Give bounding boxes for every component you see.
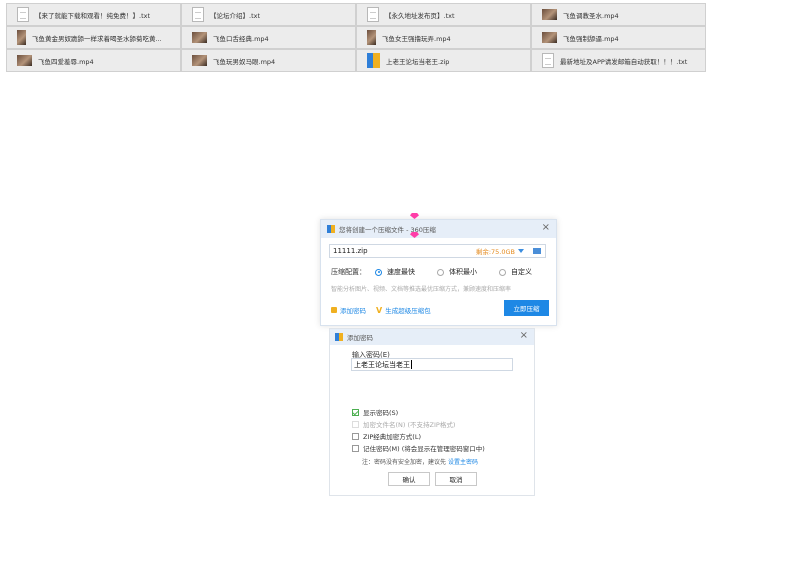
video-thumb-icon <box>542 9 557 20</box>
set-master-password-link[interactable]: 设置主密码 <box>448 459 478 466</box>
close-icon[interactable]: × <box>542 222 550 233</box>
zip-archive-icon <box>367 53 380 68</box>
checkbox-unchecked-icon <box>352 444 359 452</box>
txt-file-icon <box>367 7 379 22</box>
radio-unchecked-icon <box>499 268 506 276</box>
file-name: 【论坛介绍】.txt <box>210 11 261 20</box>
add-password-dialog: 添加密码 × 输入密码(E) 上老王论坛当老王 显示密码(S) 加密文件名(N)… <box>329 328 535 496</box>
compress-config-row: 压缩配置： 速度最快 体积最小 自定义 <box>331 266 546 278</box>
txt-file-icon <box>542 53 554 68</box>
compress-dialog-title: 您将创建一个压缩文件 - 360压缩 <box>339 226 436 234</box>
password-value: 上老王论坛当老王 <box>354 360 410 369</box>
radio-unchecked-icon <box>437 268 444 276</box>
file-name: 上老王论坛当老王.zip <box>386 57 450 66</box>
text-caret <box>411 360 412 369</box>
start-compress-button[interactable]: 立即压缩 <box>504 300 549 316</box>
diamond-icon <box>410 213 419 219</box>
file-item[interactable]: 飞鱼口舌经典.mp4 <box>181 26 356 49</box>
checkbox-label: 加密文件名(N) (不支持ZIP格式) <box>363 421 456 429</box>
file-item[interactable]: 飞鱼玩男奴马眼.mp4 <box>181 49 356 72</box>
note-text: 注：密码没有安全加密，建议先 <box>362 459 447 466</box>
video-thumb-icon <box>367 30 376 45</box>
file-item[interactable]: 飞鱼女王强撸玩弄.mp4 <box>356 26 531 49</box>
file-item[interactable]: 【永久地址发布页】.txt <box>356 3 531 26</box>
v-badge-icon: V <box>376 305 383 315</box>
radio-label: 速度最快 <box>387 268 415 276</box>
file-name: 【永久地址发布页】.txt <box>385 11 455 20</box>
option-links: 添加密码 V 生成超级压缩包 <box>331 305 441 315</box>
compress-dialog: 您将创建一个压缩文件 - 360压缩 × 11111.zip 剩余:75.0GB… <box>320 213 557 326</box>
checkbox-checked-icon <box>352 408 359 416</box>
app-logo-icon <box>335 333 343 341</box>
file-name: 飞鱼调教圣水.mp4 <box>563 11 619 20</box>
video-thumb-icon <box>17 30 26 45</box>
archive-filename: 11111.zip <box>333 247 368 255</box>
zip-classic-checkbox[interactable]: ZIP经典加密方式(L) <box>352 430 485 442</box>
folder-icon[interactable] <box>533 248 541 254</box>
app-logo-icon <box>327 225 335 233</box>
txt-file-icon <box>192 7 204 22</box>
file-item[interactable]: 飞鱼调教圣水.mp4 <box>531 3 706 26</box>
password-dialog-titlebar[interactable]: 添加密码 × <box>330 329 534 345</box>
file-item[interactable]: 最新地址及APP请发邮箱自动获取！！！.txt <box>531 49 706 72</box>
compress-hint: 智能分析图片、视频、文档等推选最优压缩方式，兼顾速度和压缩率 <box>331 286 512 293</box>
file-name: 飞鱼四爱羞辱.mp4 <box>38 57 94 66</box>
cancel-button[interactable]: 取消 <box>435 472 477 486</box>
video-thumb-icon <box>542 32 557 43</box>
checkbox-unchecked-icon <box>352 432 359 440</box>
checkbox-label: ZIP经典加密方式(L) <box>363 433 421 441</box>
free-space-label: 剩余:75.0GB <box>475 248 515 256</box>
remember-password-checkbox[interactable]: 记住密码(M) (将会显示在管理密码窗口中) <box>352 442 485 454</box>
add-password-link[interactable]: 添加密码 <box>331 305 366 315</box>
txt-file-icon <box>17 7 29 22</box>
password-dialog-title: 添加密码 <box>347 334 373 342</box>
password-input[interactable]: 上老王论坛当老王 <box>351 358 513 371</box>
file-item[interactable]: 飞鱼黄金男奴跪舔一样求着喝圣水舔菊吃黄... <box>6 26 181 49</box>
radio-label: 自定义 <box>511 268 532 276</box>
radio-custom[interactable]: 自定义 <box>499 267 532 277</box>
encrypt-filename-checkbox: 加密文件名(N) (不支持ZIP格式) <box>352 418 485 430</box>
show-password-checkbox[interactable]: 显示密码(S) <box>352 406 485 418</box>
video-thumb-icon <box>192 55 207 66</box>
radio-fastest[interactable]: 速度最快 <box>375 267 415 277</box>
file-name: 最新地址及APP请发邮箱自动获取！！！.txt <box>560 57 688 66</box>
checkbox-label: 显示密码(S) <box>363 409 399 417</box>
file-grid: 【来了就能下载和观看！纯免费！】.txt 【论坛介绍】.txt 【永久地址发布页… <box>6 3 706 72</box>
radio-label: 体积最小 <box>449 268 477 276</box>
close-icon[interactable]: × <box>520 330 528 341</box>
file-item[interactable]: 飞鱼强制舔逼.mp4 <box>531 26 706 49</box>
lock-icon <box>331 307 337 313</box>
checkbox-disabled-icon <box>352 420 359 428</box>
file-name: 飞鱼强制舔逼.mp4 <box>563 34 619 43</box>
link-label: 生成超级压缩包 <box>385 307 431 315</box>
file-name: 飞鱼玩男奴马眼.mp4 <box>213 57 276 66</box>
file-item[interactable]: 【论坛介绍】.txt <box>181 3 356 26</box>
security-note: 注：密码没有安全加密，建议先 设置主密码 <box>362 457 478 466</box>
file-name: 飞鱼女王强撸玩弄.mp4 <box>382 34 451 43</box>
file-name: 飞鱼黄金男奴跪舔一样求着喝圣水舔菊吃黄... <box>32 34 162 43</box>
dialog-buttons: 确认 取消 <box>388 472 477 486</box>
archive-filename-input[interactable]: 11111.zip 剩余:75.0GB <box>329 244 546 258</box>
compress-dialog-titlebar[interactable]: 您将创建一个压缩文件 - 360压缩 × <box>321 220 556 238</box>
file-item[interactable]: 上老王论坛当老王.zip <box>356 49 531 72</box>
radio-smallest[interactable]: 体积最小 <box>437 267 477 277</box>
video-thumb-icon <box>192 32 207 43</box>
password-options: 显示密码(S) 加密文件名(N) (不支持ZIP格式) ZIP经典加密方式(L)… <box>352 406 485 454</box>
confirm-button[interactable]: 确认 <box>388 472 430 486</box>
radio-checked-icon <box>375 268 382 276</box>
config-label: 压缩配置： <box>331 268 366 276</box>
checkbox-label: 记住密码(M) (将会显示在管理密码窗口中) <box>363 445 485 453</box>
file-name: 飞鱼口舌经典.mp4 <box>213 34 269 43</box>
dropdown-arrow-icon[interactable] <box>518 249 524 253</box>
super-package-link[interactable]: V 生成超级压缩包 <box>376 305 431 316</box>
file-item[interactable]: 飞鱼四爱羞辱.mp4 <box>6 49 181 72</box>
file-name: 【来了就能下载和观看！纯免费！】.txt <box>35 11 151 20</box>
video-thumb-icon <box>17 55 32 66</box>
link-label: 添加密码 <box>340 307 366 315</box>
file-item[interactable]: 【来了就能下载和观看！纯免费！】.txt <box>6 3 181 26</box>
